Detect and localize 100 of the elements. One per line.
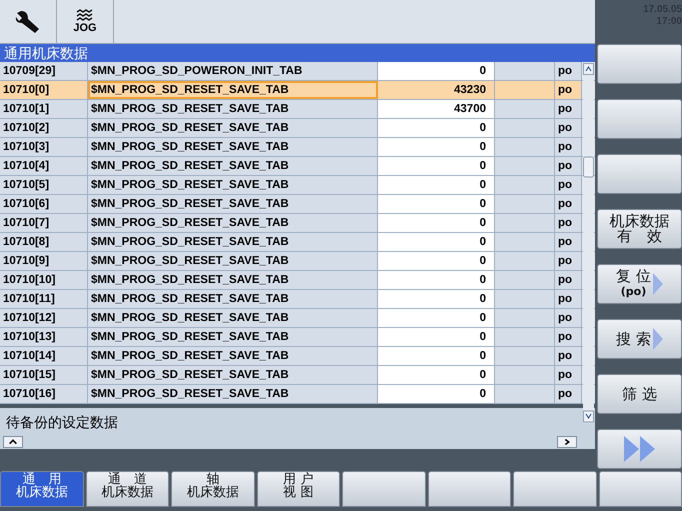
value-field[interactable]: 0 bbox=[378, 157, 495, 175]
value-field[interactable]: 0 bbox=[378, 252, 495, 270]
value-field[interactable]: 0 bbox=[378, 271, 495, 289]
table-cell: 10710[4] bbox=[0, 157, 88, 175]
table-cell: 10710[14] bbox=[0, 347, 88, 365]
table-row[interactable]: 10710[10] $MN_PROG_SD_RESET_SAVE_TAB 0 po bbox=[0, 271, 595, 290]
table-row[interactable]: 10710[13] $MN_PROG_SD_RESET_SAVE_TAB 0 po bbox=[0, 328, 595, 347]
table-cell: $MN_PROG_SD_RESET_SAVE_TAB bbox=[88, 138, 378, 156]
table-cell: po bbox=[555, 309, 582, 327]
table-cell: $MN_PROG_SD_RESET_SAVE_TAB bbox=[88, 81, 378, 99]
table-cell: po bbox=[555, 195, 582, 213]
table-row[interactable]: 10710[8] $MN_PROG_SD_RESET_SAVE_TAB 0 po bbox=[0, 233, 595, 252]
arrow-icon bbox=[652, 273, 663, 295]
table-row[interactable]: 10710[1] $MN_PROG_SD_RESET_SAVE_TAB 43700 po bbox=[0, 100, 595, 119]
table-row[interactable]: 10710[3] $MN_PROG_SD_RESET_SAVE_TAB 0 po bbox=[0, 138, 595, 157]
table-cell: po bbox=[555, 62, 582, 80]
table-cell: 10710[16] bbox=[0, 385, 88, 403]
table-row[interactable]: 10710[4] $MN_PROG_SD_RESET_SAVE_TAB 0 po bbox=[0, 157, 595, 176]
table-row[interactable]: 10710[6] $MN_PROG_SD_RESET_SAVE_TAB 0 po bbox=[0, 195, 595, 214]
value-field[interactable]: 43230 bbox=[378, 81, 495, 99]
table-cell: 10710[13] bbox=[0, 328, 88, 346]
softkey[interactable]: 复 位 (po) bbox=[597, 264, 682, 304]
table-cell: po bbox=[555, 252, 582, 270]
table-cell: $MN_PROG_SD_RESET_SAVE_TAB bbox=[88, 290, 378, 308]
softkey[interactable]: 通 用 机床数据 bbox=[0, 471, 84, 507]
value-field[interactable]: 0 bbox=[378, 195, 495, 213]
scroll-up-button[interactable] bbox=[3, 436, 23, 448]
table-cell: 10710[9] bbox=[0, 252, 88, 270]
value-field[interactable]: 43700 bbox=[378, 100, 495, 118]
softkey[interactable] bbox=[598, 471, 682, 507]
table-cell: po bbox=[555, 347, 582, 365]
more-softkey[interactable] bbox=[597, 429, 682, 469]
mode-label: JOG bbox=[73, 23, 97, 34]
table-cell: 10710[8] bbox=[0, 233, 88, 251]
arrow-icon bbox=[652, 328, 663, 350]
table-cell: 10710[5] bbox=[0, 176, 88, 194]
value-field[interactable]: 0 bbox=[378, 385, 495, 403]
table-row[interactable]: 10710[15] $MN_PROG_SD_RESET_SAVE_TAB 0 po bbox=[0, 366, 595, 385]
double-arrow-icon bbox=[622, 436, 658, 462]
table-cell: $MN_PROG_SD_RESET_SAVE_TAB bbox=[88, 366, 378, 384]
table-cell: 10710[7] bbox=[0, 214, 88, 232]
blank-softkey[interactable] bbox=[597, 99, 682, 139]
panel-title: 通用机床数据 bbox=[0, 44, 595, 62]
value-field[interactable]: 0 bbox=[378, 347, 495, 365]
table-cell: po bbox=[555, 271, 582, 289]
table-cell: po bbox=[555, 290, 582, 308]
table-row[interactable]: 10710[14] $MN_PROG_SD_RESET_SAVE_TAB 0 po bbox=[0, 347, 595, 366]
table-cell: po bbox=[555, 119, 582, 137]
table-cell: $MN_PROG_SD_RESET_SAVE_TAB bbox=[88, 233, 378, 251]
softkey[interactable]: 通 道 机床数据 bbox=[86, 471, 169, 507]
value-field[interactable]: 0 bbox=[378, 176, 495, 194]
value-field[interactable]: 0 bbox=[378, 328, 495, 346]
table-cell: po bbox=[555, 328, 582, 346]
blank-softkey[interactable] bbox=[597, 44, 682, 84]
table-cell: po bbox=[555, 138, 582, 156]
table-row[interactable]: 10710[7] $MN_PROG_SD_RESET_SAVE_TAB 0 po bbox=[0, 214, 595, 233]
table-cell: $MN_PROG_SD_RESET_SAVE_TAB bbox=[88, 157, 378, 175]
table-cell: $MN_PROG_SD_RESET_SAVE_TAB bbox=[88, 271, 378, 289]
value-field[interactable]: 0 bbox=[378, 138, 495, 156]
table-cell: po bbox=[555, 100, 582, 118]
table-row[interactable]: 10710[0] $MN_PROG_SD_RESET_SAVE_TAB 43230 po bbox=[0, 81, 595, 100]
softkey[interactable] bbox=[428, 471, 511, 507]
softkey[interactable]: 搜 索 bbox=[597, 319, 682, 359]
table-row[interactable]: 10710[12] $MN_PROG_SD_RESET_SAVE_TAB 0 po bbox=[0, 309, 595, 328]
softkey[interactable]: 筛 选 bbox=[597, 374, 682, 414]
value-field[interactable]: 0 bbox=[378, 233, 495, 251]
table-row[interactable]: 10710[16] $MN_PROG_SD_RESET_SAVE_TAB 0 po bbox=[0, 385, 595, 404]
value-field[interactable]: 0 bbox=[378, 62, 495, 80]
table-row[interactable]: 10710[11] $MN_PROG_SD_RESET_SAVE_TAB 0 po bbox=[0, 290, 595, 309]
table-cell: $MN_PROG_SD_RESET_SAVE_TAB bbox=[88, 195, 378, 213]
table-cell: 10710[1] bbox=[0, 100, 88, 118]
softkey[interactable] bbox=[342, 471, 426, 507]
softkey[interactable]: 机床数据 有 效 bbox=[597, 209, 682, 249]
table-cell: $MN_PROG_SD_RESET_SAVE_TAB bbox=[88, 119, 378, 137]
table-cell: $MN_PROG_SD_RESET_SAVE_TAB bbox=[88, 176, 378, 194]
softkey[interactable] bbox=[513, 471, 596, 507]
table-cell: 10710[0] bbox=[0, 81, 88, 99]
table-cell: po bbox=[555, 214, 582, 232]
softkey[interactable]: 轴 机床数据 bbox=[171, 471, 254, 507]
value-field[interactable]: 0 bbox=[378, 366, 495, 384]
table-cell: 10709[29] bbox=[0, 62, 88, 80]
table-row[interactable]: 10709[29] $MN_PROG_SD_POWERON_INIT_TAB 0 po bbox=[0, 62, 595, 81]
value-field[interactable]: 0 bbox=[378, 309, 495, 327]
table-cell: $MN_PROG_SD_RESET_SAVE_TAB bbox=[88, 100, 378, 118]
table-cell: 10710[2] bbox=[0, 119, 88, 137]
table-cell: 10710[6] bbox=[0, 195, 88, 213]
value-field[interactable]: 0 bbox=[378, 214, 495, 232]
table-cell: $MN_PROG_SD_RESET_SAVE_TAB bbox=[88, 347, 378, 365]
table-row[interactable]: 10710[2] $MN_PROG_SD_RESET_SAVE_TAB 0 po bbox=[0, 119, 595, 138]
value-field[interactable]: 0 bbox=[378, 290, 495, 308]
vertical-scrollbar[interactable] bbox=[583, 63, 594, 423]
blank-softkey[interactable] bbox=[597, 154, 682, 194]
table-row[interactable]: 10710[9] $MN_PROG_SD_RESET_SAVE_TAB 0 po bbox=[0, 252, 595, 271]
table-cell: $MN_PROG_SD_RESET_SAVE_TAB bbox=[88, 328, 378, 346]
scroll-right-button[interactable] bbox=[557, 436, 577, 448]
softkey[interactable]: 用 户 视 图 bbox=[256, 471, 340, 507]
table-row[interactable]: 10710[5] $MN_PROG_SD_RESET_SAVE_TAB 0 po bbox=[0, 176, 595, 195]
table-cell: 10710[12] bbox=[0, 309, 88, 327]
table-cell: $MN_PROG_SD_RESET_SAVE_TAB bbox=[88, 309, 378, 327]
value-field[interactable]: 0 bbox=[378, 119, 495, 137]
